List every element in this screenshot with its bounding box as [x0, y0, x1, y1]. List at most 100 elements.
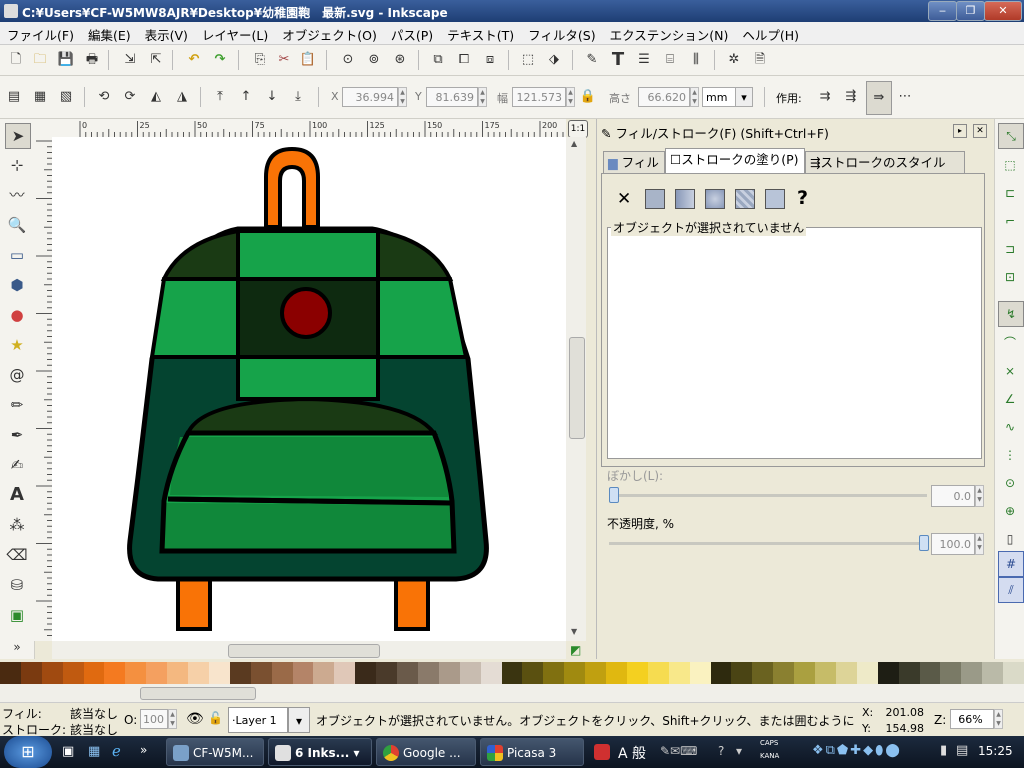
task-inkscape-group[interactable]: 6 Inks... ▾	[268, 738, 372, 766]
swatch-button[interactable]	[765, 189, 785, 209]
x-spin[interactable]: ▲ ▼	[398, 87, 407, 107]
zoom-drawing-icon[interactable]: ⊚	[364, 50, 384, 70]
flip-horizontal-icon[interactable]: ◭	[146, 87, 166, 107]
x-field[interactable]: 36.994	[342, 87, 398, 107]
menu-text[interactable]: テキスト(T)	[440, 22, 521, 44]
palette-swatch[interactable]	[146, 662, 168, 684]
snap-nodes-icon[interactable]: ↯	[998, 301, 1024, 327]
palette-swatch[interactable]	[647, 662, 669, 684]
fill-indicator-value[interactable]: 該当なし	[70, 705, 118, 722]
snap-paths-icon[interactable]: ⌒	[998, 331, 1022, 355]
battery-icon[interactable]: ▮	[940, 743, 947, 758]
close-button[interactable]: ✕	[984, 1, 1022, 21]
palette-swatch[interactable]	[125, 662, 147, 684]
task-google-chrome[interactable]: Google ...	[376, 738, 476, 766]
duplicate-icon[interactable]: ⧉	[428, 50, 448, 70]
xml-editor-icon[interactable]: ⌸	[660, 50, 680, 70]
paint-bucket-tool-icon[interactable]: ⛁	[5, 573, 29, 597]
palette-swatch[interactable]	[877, 662, 899, 684]
tab-stroke-paint[interactable]: ☐ストロークの塗り(P)	[665, 148, 805, 174]
preferences-icon[interactable]: ✲	[724, 50, 744, 70]
tray-app-icon[interactable]	[594, 744, 610, 760]
new-document-icon[interactable]: 🗋	[6, 50, 26, 70]
snap-bbox-corner-icon[interactable]: ⌐	[998, 209, 1022, 233]
palette-swatch[interactable]	[188, 662, 210, 684]
palette-swatch[interactable]	[982, 662, 1004, 684]
palette-swatch[interactable]	[919, 662, 941, 684]
menu-extensions[interactable]: エクステンション(N)	[603, 22, 736, 44]
star-tool-icon[interactable]: ★	[5, 333, 29, 357]
palette-swatch[interactable]	[250, 662, 272, 684]
spiral-tool-icon[interactable]: @	[5, 363, 29, 387]
network-icon[interactable]: ▤	[956, 743, 968, 758]
scroll-down-icon[interactable]: ▼	[571, 627, 577, 636]
copy-icon[interactable]: ⎘	[250, 50, 270, 70]
menu-layer[interactable]: レイヤー(L)	[195, 22, 275, 44]
select-all-icon[interactable]: ▤	[4, 87, 24, 107]
width-spin[interactable]: ▲ ▼	[566, 87, 575, 107]
radial-gradient-button[interactable]	[705, 189, 725, 209]
tab-fill[interactable]: ▆ フィル	[603, 151, 665, 173]
palette-swatch[interactable]	[397, 662, 419, 684]
menu-object[interactable]: オブジェクト(O)	[275, 22, 384, 44]
snap-centers-icon[interactable]: ⊙	[998, 471, 1022, 495]
palette-swatch[interactable]	[104, 662, 126, 684]
snap-bbox-center-icon[interactable]: ⊡	[998, 265, 1022, 289]
minimize-button[interactable]: ‒	[928, 1, 957, 21]
ime-options-icon[interactable]: ▾	[736, 744, 742, 758]
palette-swatch[interactable]	[501, 662, 523, 684]
palette-swatch[interactable]	[773, 662, 795, 684]
snap-guide-icon[interactable]: ⫽	[998, 577, 1024, 603]
selector-tool-icon[interactable]: ➤	[5, 123, 31, 149]
align-distribute-icon[interactable]: ⫼	[686, 50, 706, 70]
opacity-short-spin[interactable]: ▲ ▼	[168, 709, 177, 729]
palette-swatch[interactable]	[417, 662, 439, 684]
pencil-tool-icon[interactable]: ✏	[5, 393, 29, 417]
maximize-button[interactable]: ❐	[956, 1, 985, 21]
blur-slider-track[interactable]	[609, 494, 927, 497]
palette-swatch[interactable]	[83, 662, 105, 684]
3d-box-tool-icon[interactable]: ⬢	[5, 273, 29, 297]
clone-icon[interactable]: ⧠	[454, 50, 474, 70]
y-spin[interactable]: ▲ ▼	[478, 87, 487, 107]
palette-swatch[interactable]	[689, 662, 711, 684]
palette-swatch[interactable]	[731, 662, 753, 684]
palette-swatch[interactable]	[271, 662, 293, 684]
calligraphy-tool-icon[interactable]: ✍	[5, 453, 29, 477]
palette-swatch[interactable]	[961, 662, 983, 684]
import-icon[interactable]: ⇲	[120, 50, 140, 70]
move-patterns-icon[interactable]: ⋯	[895, 87, 915, 107]
more-tools-chevron-icon[interactable]: »	[5, 635, 29, 659]
palette-swatch[interactable]	[438, 662, 460, 684]
task-picasa[interactable]: Picasa 3	[480, 738, 584, 766]
palette-swatch[interactable]	[459, 662, 481, 684]
quicklaunch-ie-icon[interactable]: ℯ	[112, 742, 121, 760]
dock-close-button[interactable]: ✕	[973, 124, 987, 138]
palette-swatch[interactable]	[856, 662, 878, 684]
palette-swatch[interactable]	[522, 662, 544, 684]
zoom-tool-icon[interactable]: 🔍	[5, 213, 29, 237]
raise-to-top-icon[interactable]: ⤒	[210, 87, 230, 107]
lock-ratio-icon[interactable]: 🔒	[578, 87, 598, 107]
select-all-layers-icon[interactable]: ▦	[30, 87, 50, 107]
snap-intersections-icon[interactable]: ⨯	[998, 359, 1022, 383]
palette-swatch[interactable]	[543, 662, 565, 684]
snap-grid-icon[interactable]: #	[998, 551, 1024, 577]
palette-swatch[interactable]	[20, 662, 42, 684]
print-icon[interactable]: 🖶	[82, 50, 102, 70]
eraser-tool-icon[interactable]: ⌫	[5, 543, 29, 567]
text-tool-icon[interactable]: A	[5, 483, 29, 507]
palette-swatch[interactable]	[940, 662, 962, 684]
zoom-selection-icon[interactable]: ⊙	[338, 50, 358, 70]
node-tool-icon[interactable]: ⊹	[5, 153, 29, 177]
paste-icon[interactable]: 📋	[298, 50, 318, 70]
palette-swatch[interactable]	[355, 662, 377, 684]
zoom-field[interactable]: 66%	[950, 709, 994, 729]
vertical-scroll-thumb[interactable]	[569, 337, 585, 439]
opacity-short-field[interactable]: 100	[140, 709, 168, 729]
horizontal-scroll-thumb[interactable]	[228, 644, 380, 658]
layer-lock-icon[interactable]: 🔓	[208, 711, 223, 725]
rectangle-tool-icon[interactable]: ▭	[5, 243, 29, 267]
snap-bbox-midpoint-icon[interactable]: ⊐	[998, 237, 1022, 261]
deselect-icon[interactable]: ▧	[56, 87, 76, 107]
